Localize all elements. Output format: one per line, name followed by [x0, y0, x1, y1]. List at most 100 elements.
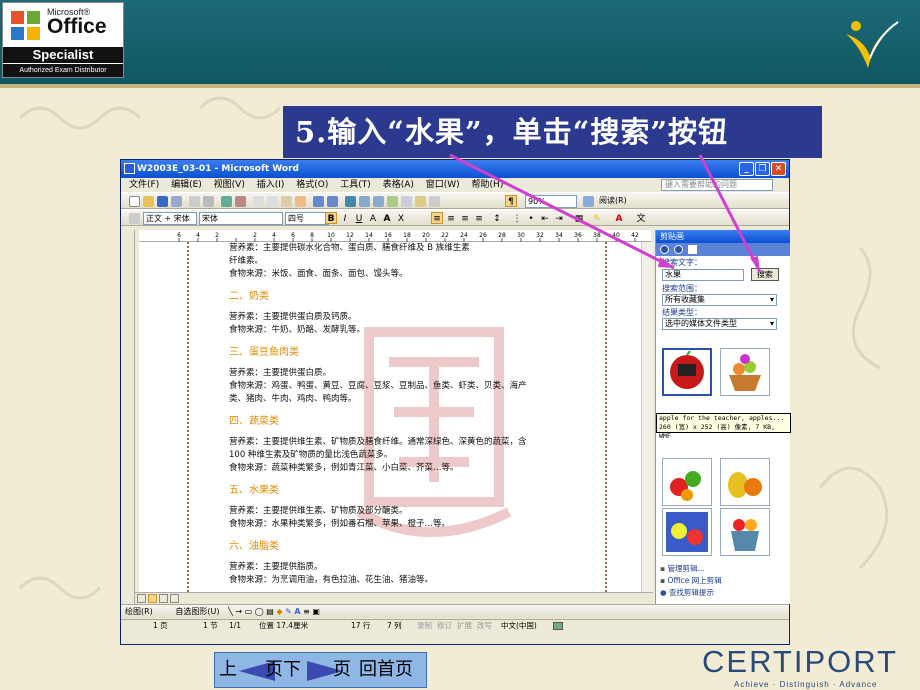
- shadow-icon[interactable]: ▣: [312, 607, 320, 616]
- pane-back-icon[interactable]: [660, 245, 669, 254]
- menu-view[interactable]: 视图(V): [214, 178, 245, 192]
- clipart-apple-teacher[interactable]: [662, 348, 712, 396]
- minimize-button[interactable]: _: [739, 162, 754, 176]
- save-icon[interactable]: [157, 196, 168, 207]
- menu-edit[interactable]: 编辑(E): [171, 178, 202, 192]
- pane-forward-icon[interactable]: [673, 245, 683, 254]
- phonetic-guide-button[interactable]: 文: [635, 212, 647, 224]
- close-button[interactable]: ✕: [771, 162, 786, 176]
- char-scale-button[interactable]: X: [395, 212, 407, 224]
- styles-icon[interactable]: [129, 213, 140, 224]
- reading-view-button[interactable]: [170, 594, 179, 603]
- open-folder-icon[interactable]: [143, 196, 154, 207]
- vertical-scrollbar[interactable]: [641, 242, 653, 592]
- numbering-button[interactable]: ⋮: [511, 212, 523, 224]
- paste-icon[interactable]: [281, 196, 292, 207]
- bullets-button[interactable]: •: [525, 212, 537, 224]
- align-justify-button[interactable]: ≡: [431, 212, 443, 224]
- tables-borders-icon[interactable]: [359, 196, 370, 207]
- office-online-link[interactable]: ▪ Office 网上剪辑: [660, 575, 788, 587]
- line-spacing-button[interactable]: ↕: [491, 212, 503, 224]
- menu-help[interactable]: 帮助(H): [472, 178, 504, 192]
- help-icon[interactable]: [583, 196, 594, 207]
- nav-next-suffix[interactable]: 页: [333, 653, 351, 687]
- autoshapes-menu[interactable]: 自选图形(U): [175, 607, 219, 616]
- office-online-label[interactable]: Office 网上剪辑: [667, 576, 721, 585]
- char-border-button[interactable]: A: [367, 212, 379, 224]
- italic-button[interactable]: I: [339, 212, 351, 224]
- line-color-icon[interactable]: ✎: [285, 607, 292, 616]
- pane-home-icon[interactable]: [687, 245, 697, 254]
- spelling-status-icon[interactable]: [553, 622, 563, 630]
- permission-icon[interactable]: [171, 196, 182, 207]
- line-icon[interactable]: ╲: [228, 607, 233, 616]
- align-center-button[interactable]: ≡: [445, 212, 457, 224]
- border-button[interactable]: ▦: [573, 212, 585, 224]
- clipart-search-input[interactable]: 水果: [662, 269, 744, 281]
- nav-next-prefix[interactable]: 页下: [265, 653, 301, 687]
- manage-clips-label[interactable]: 管理剪辑...: [667, 564, 704, 573]
- redo-icon[interactable]: [327, 196, 338, 207]
- hyperlink-icon[interactable]: [345, 196, 356, 207]
- menu-insert[interactable]: 插入(I): [257, 178, 285, 192]
- undo-icon[interactable]: [313, 196, 324, 207]
- print-preview-icon[interactable]: [203, 196, 214, 207]
- print-layout-button[interactable]: [148, 594, 157, 603]
- menu-format[interactable]: 格式(O): [296, 178, 328, 192]
- clipart-search-button[interactable]: 搜索: [750, 268, 779, 281]
- manage-clips-link[interactable]: ▪ 管理剪辑...: [660, 563, 788, 575]
- line-style-icon[interactable]: ≡: [303, 607, 310, 616]
- style-select[interactable]: 正文 + 宋体: [143, 212, 197, 225]
- read-mode-button[interactable]: 阅读(R): [599, 195, 627, 206]
- new-document-icon[interactable]: [129, 196, 140, 207]
- print-icon[interactable]: [189, 196, 200, 207]
- clipart-fruit-basket[interactable]: [720, 348, 770, 396]
- status-extend[interactable]: 扩展: [457, 620, 472, 632]
- arrow-icon[interactable]: →: [235, 607, 242, 616]
- menu-window[interactable]: 窗口(W): [426, 178, 460, 192]
- document-map-icon[interactable]: [429, 196, 440, 207]
- align-right-button[interactable]: ≡: [459, 212, 471, 224]
- clipart-fruit-tile[interactable]: [662, 508, 712, 556]
- clipart-fruit-box[interactable]: [720, 508, 770, 556]
- horizontal-scrollbar[interactable]: [135, 592, 653, 604]
- insert-excel-icon[interactable]: [387, 196, 398, 207]
- distributed-button[interactable]: ≡: [473, 212, 485, 224]
- decrease-indent-button[interactable]: ⇤: [539, 212, 551, 224]
- find-tips-label[interactable]: 查找剪辑提示: [669, 588, 714, 597]
- drawing-icon[interactable]: [415, 196, 426, 207]
- increase-indent-button[interactable]: ⇥: [553, 212, 565, 224]
- status-record[interactable]: 录制: [417, 620, 432, 632]
- status-overtype[interactable]: 改写: [477, 620, 492, 632]
- highlight-button[interactable]: ✎: [591, 212, 603, 224]
- bold-button[interactable]: B: [325, 212, 337, 224]
- outline-view-button[interactable]: [159, 594, 168, 603]
- draw-menu[interactable]: 绘图(R): [125, 607, 153, 616]
- fill-color-icon[interactable]: ◆: [276, 607, 282, 616]
- document-body[interactable]: 营养素：主要提供碳水化合物、蛋白质、膳食纤维及 B 族维生素 纤维素。 食物来源：米…: [229, 242, 589, 587]
- columns-icon[interactable]: [401, 196, 412, 207]
- nav-home-button[interactable]: 回首页: [359, 653, 413, 687]
- research-icon[interactable]: [235, 196, 246, 207]
- cut-icon[interactable]: [253, 196, 264, 207]
- nav-prev-label[interactable]: 上: [219, 653, 237, 687]
- oval-icon[interactable]: ◯: [255, 607, 264, 616]
- show-hide-icon[interactable]: ¶: [505, 195, 517, 207]
- status-track[interactable]: 修订: [437, 620, 452, 632]
- underline-button[interactable]: U: [353, 212, 365, 224]
- find-tips-link[interactable]: ● 查找剪辑提示: [660, 587, 788, 599]
- copy-icon[interactable]: [267, 196, 278, 207]
- format-painter-icon[interactable]: [295, 196, 306, 207]
- font-select[interactable]: 宋体: [199, 212, 283, 225]
- zoom-select[interactable]: 90%: [525, 195, 577, 208]
- menu-tools[interactable]: 工具(T): [340, 178, 371, 192]
- draw-font-color-icon[interactable]: A: [294, 607, 300, 616]
- maximize-button[interactable]: ❐: [755, 162, 770, 176]
- spelling-icon[interactable]: [221, 196, 232, 207]
- normal-view-button[interactable]: [137, 594, 146, 603]
- search-scope-select[interactable]: 所有收藏集: [662, 294, 777, 306]
- rectangle-icon[interactable]: ▭: [245, 607, 253, 616]
- menu-file[interactable]: 文件(F): [129, 178, 159, 192]
- clipart-pear-orange[interactable]: [720, 458, 770, 506]
- menu-table[interactable]: 表格(A): [383, 178, 414, 192]
